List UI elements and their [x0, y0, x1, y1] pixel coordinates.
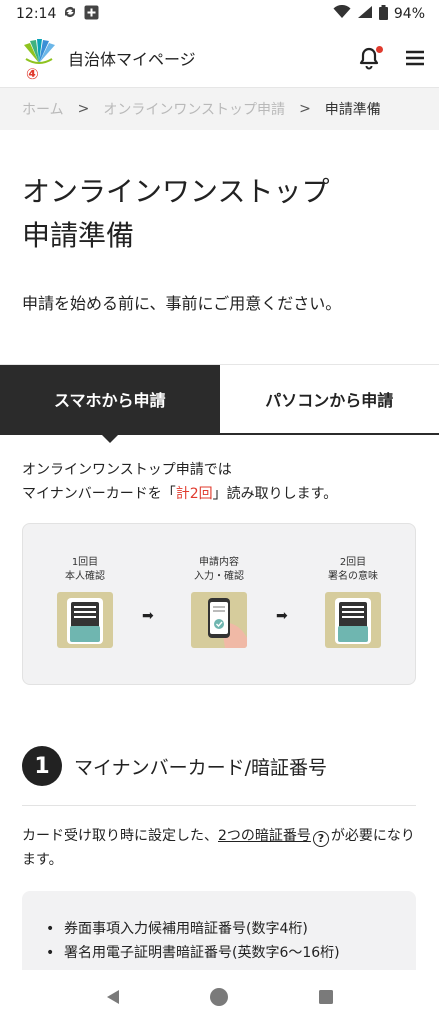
home-circle-icon	[210, 988, 229, 1006]
pin-codes-link[interactable]: 2つの暗証番号	[218, 828, 311, 844]
arrow-right-icon: ➡	[276, 608, 288, 624]
step-1: 1回目本人確認	[45, 556, 125, 648]
divider	[22, 805, 416, 806]
help-icon[interactable]: ?	[312, 831, 329, 847]
menu-button[interactable]	[403, 46, 427, 70]
page-lead: 申請を始める前に、事前にご用意ください。	[22, 294, 342, 313]
sync-icon	[62, 4, 78, 24]
step-3: 2回目署名の意味	[313, 556, 393, 648]
breadcrumb-home[interactable]: ホーム	[22, 99, 64, 119]
battery-icon	[378, 4, 388, 24]
app-title: 自治体マイページ	[68, 49, 196, 69]
system-nav-bar	[0, 970, 439, 1024]
step-2-line2: 入力・確認	[194, 571, 244, 582]
card-signing-illustration	[325, 592, 381, 648]
intro-line2-post: 」読み取りします。	[212, 486, 338, 502]
step-2-line1: 申請内容	[199, 557, 239, 568]
intro-line2-pre: マイナンバーカードを「	[22, 486, 176, 502]
step-1-line1: 1回目	[71, 557, 99, 568]
card-reading-illustration	[57, 592, 113, 648]
section-1-description: カード受け取り時に設定した、2つの暗証番号? が必要になります。	[22, 824, 422, 872]
breadcrumb-separator: >	[77, 101, 90, 117]
step-2: 申請内容 入力・確認	[179, 556, 259, 648]
plus-square-icon	[84, 5, 99, 24]
notification-dot	[376, 45, 383, 53]
tab-pc[interactable]: パソコンから申請	[219, 365, 439, 433]
list-item: 券面事項入力候補用暗証番号(数字4桁)	[44, 917, 416, 941]
arrow-right-icon: ➡	[142, 608, 154, 624]
intro-text: オンラインワンストップ申請では マイナンバーカードを「計2回」読み取りします。	[22, 458, 337, 506]
page-title-line1: オンラインワンストップ	[22, 175, 330, 208]
step-3-line1: 2回目	[339, 557, 367, 568]
status-time: 12:14	[16, 6, 57, 22]
status-bar: 12:14 94%	[0, 0, 439, 28]
step-1-line2: 本人確認	[65, 571, 105, 582]
logo-icon	[24, 38, 55, 64]
back-triangle-icon	[107, 990, 120, 1004]
breadcrumb-online-onestop[interactable]: オンラインワンストップ申請	[103, 99, 285, 119]
steps-card: 1回目 本人確認 ➡ 申請内容 入力・確認 ➡ 2回目 署名の意味	[22, 523, 416, 685]
breadcrumb: ホーム > オンラインワンストップ申請 > 申請準備	[0, 88, 439, 130]
tab-smartphone[interactable]: スマホから申請	[0, 365, 220, 443]
battery-percent: 94%	[393, 6, 425, 22]
breadcrumb-separator: >	[299, 101, 311, 117]
recents-button[interactable]	[311, 982, 341, 1012]
home-button[interactable]	[204, 982, 234, 1012]
phone-input-illustration	[191, 592, 247, 648]
intro-emphasis: 計2回	[175, 486, 213, 502]
page-title: オンラインワンストップ 申請準備	[22, 170, 329, 258]
signal-icon	[357, 5, 373, 23]
section-1-title: マイナンバーカード/暗証番号	[74, 756, 328, 779]
device-tabs: スマホから申請 パソコンから申請	[0, 364, 439, 443]
page-title-line2: 申請準備	[22, 219, 135, 252]
breadcrumb-current: 申請準備	[324, 102, 381, 118]
desc-pre: カード受け取り時に設定した、	[22, 828, 218, 844]
recents-square-icon	[318, 990, 333, 1004]
app-header: ④ 自治体マイページ	[0, 28, 439, 88]
section-1-heading: 1 マイナンバーカード/暗証番号	[22, 746, 327, 786]
intro-line1: オンラインワンストップ申請では	[22, 462, 232, 478]
logo[interactable]: ④	[18, 37, 60, 83]
section-number-badge: 1	[22, 746, 62, 786]
logo-badge: ④	[26, 64, 39, 83]
notification-button[interactable]	[357, 45, 383, 70]
step-3-line2: 署名の意味	[328, 571, 378, 582]
wifi-icon	[333, 4, 351, 23]
hamburger-menu-icon	[406, 50, 424, 65]
list-item: 署名用電子証明書暗証番号(英数字6～16桁)	[44, 941, 416, 965]
intro-line2: マイナンバーカードを「計2回」読み取りします。	[22, 482, 337, 506]
back-button[interactable]	[98, 982, 128, 1012]
